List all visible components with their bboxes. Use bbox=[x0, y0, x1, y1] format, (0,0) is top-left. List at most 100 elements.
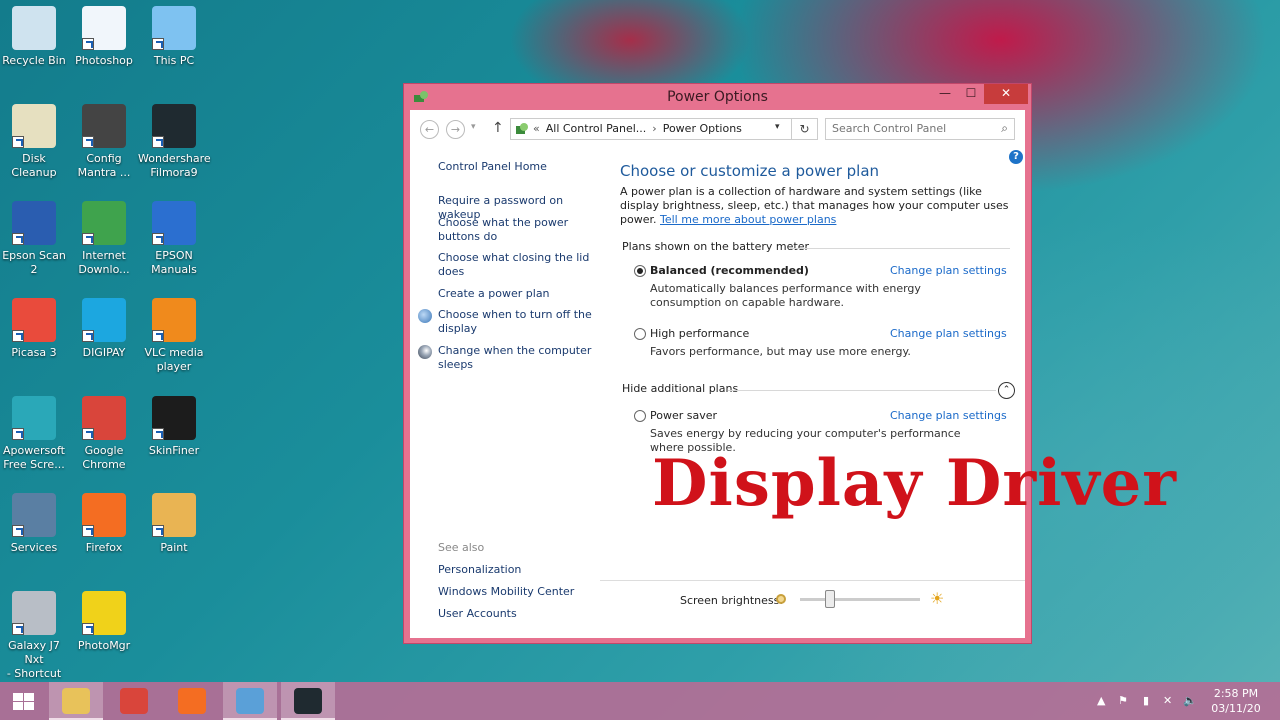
desktop-icon-vlc[interactable]: VLC media player bbox=[138, 298, 210, 374]
epson-manuals-icon bbox=[152, 201, 196, 245]
desktop-icon-skinfiner[interactable]: SkinFiner bbox=[138, 396, 210, 458]
plan-description: Automatically balances performance with … bbox=[650, 282, 921, 309]
power-buttons-link[interactable]: Choose what the power buttons do bbox=[438, 216, 598, 244]
change-plan-settings-link[interactable]: Change plan settings bbox=[890, 264, 1007, 277]
search-box[interactable]: ⌕ bbox=[825, 118, 1015, 140]
taskbar-item-file-explorer[interactable] bbox=[49, 682, 103, 720]
window-client-area: ← → ▾ ↑ « All Control Panel... › Power Opti… bbox=[410, 110, 1176, 638]
show-hidden-icons-chevron[interactable]: ▲ bbox=[1097, 694, 1105, 707]
recent-locations-icon[interactable]: ▾ bbox=[471, 122, 476, 132]
dim-brightness-icon bbox=[776, 594, 786, 604]
change-plan-settings-link[interactable]: Change plan settings bbox=[890, 327, 1007, 340]
network-icon[interactable]: ✕ bbox=[1163, 694, 1172, 707]
mobility-center-link[interactable]: Windows Mobility Center bbox=[438, 585, 574, 598]
power-saver-radio[interactable] bbox=[634, 410, 646, 422]
battery-icon[interactable]: ▮ bbox=[1143, 694, 1149, 707]
brightness-slider-thumb[interactable] bbox=[825, 590, 835, 608]
desktop-icon-chrome[interactable]: Google Chrome bbox=[68, 396, 140, 472]
address-dropdown-icon[interactable]: ▾ bbox=[775, 122, 780, 132]
desktop-icon-epson-manuals[interactable]: EPSON Manuals bbox=[138, 201, 210, 277]
taskbar-item-control-panel[interactable] bbox=[223, 682, 277, 720]
taskbar-item-chrome[interactable] bbox=[107, 682, 161, 720]
shortcut-arrow-icon bbox=[152, 233, 164, 245]
desktop-icon-label: This PC bbox=[153, 54, 195, 67]
taskbar-item-firefox[interactable] bbox=[165, 682, 219, 720]
action-center-flag-icon[interactable]: ⚑ bbox=[1118, 694, 1128, 707]
forward-button[interactable]: → bbox=[446, 120, 465, 139]
brightness-label: Screen brightness: bbox=[680, 594, 784, 607]
taskbar-clock[interactable]: 2:58 PM 03/11/20 bbox=[1206, 686, 1266, 716]
plan-name[interactable]: Power saver bbox=[650, 409, 717, 422]
back-button[interactable]: ← bbox=[420, 120, 439, 139]
see-also-heading: See also bbox=[438, 541, 485, 554]
epson-scan-icon bbox=[12, 201, 56, 245]
desktop-icon-picasa[interactable]: Picasa 3 bbox=[0, 298, 70, 360]
address-box[interactable]: « All Control Panel... › Power Options ▾ ↻ bbox=[510, 118, 818, 140]
desktop-icon-label: VLC media player bbox=[144, 346, 204, 373]
search-input[interactable] bbox=[832, 122, 992, 135]
desktop-icon-services[interactable]: Services bbox=[0, 493, 70, 555]
refresh-button[interactable]: ↻ bbox=[791, 119, 817, 139]
power-options-window: Power Options — ☐ ✕ ← → ▾ ↑ « All Control… bbox=[403, 83, 1176, 644]
desktop-icon-phone[interactable]: Galaxy J7 Nxt - Shortcut bbox=[0, 591, 70, 681]
plan-name[interactable]: High performance bbox=[650, 327, 749, 340]
desktop-icon-photomgr[interactable]: PhotoMgr bbox=[68, 591, 140, 653]
desktop-icon-photoshop[interactable]: Photoshop bbox=[68, 6, 140, 68]
volume-icon[interactable]: 🔈 bbox=[1183, 694, 1197, 707]
photomgr-icon bbox=[82, 591, 126, 635]
balanced-radio[interactable] bbox=[634, 265, 646, 277]
desktop-icon-label: Recycle Bin bbox=[2, 54, 66, 67]
phone-icon bbox=[12, 591, 56, 635]
firefox-icon bbox=[82, 493, 126, 537]
desktop-icon-disk-cleanup[interactable]: Disk Cleanup bbox=[0, 104, 70, 180]
start-button[interactable] bbox=[0, 682, 48, 720]
desktop-icon-filmora[interactable]: Wondershare Filmora9 bbox=[138, 104, 211, 180]
breadcrumb-power-options[interactable]: Power Options bbox=[663, 122, 742, 135]
display-icon bbox=[418, 309, 432, 323]
desktop-icon-this-pc[interactable]: This PC bbox=[138, 6, 210, 68]
create-power-plan-link[interactable]: Create a power plan bbox=[438, 287, 598, 301]
close-button[interactable]: ✕ bbox=[984, 84, 1028, 104]
user-accounts-link[interactable]: User Accounts bbox=[438, 607, 517, 620]
desktop-icon-idm[interactable]: Internet Downlo... bbox=[68, 201, 140, 277]
hide-additional-plans-heading[interactable]: Hide additional plans bbox=[622, 382, 738, 395]
closing-lid-link[interactable]: Choose what closing the lid does bbox=[438, 251, 598, 279]
tell-me-more-link[interactable]: Tell me more about power plans bbox=[660, 213, 836, 226]
desktop-icon-label: SkinFiner bbox=[148, 444, 200, 457]
desktop-icon-paint[interactable]: Paint bbox=[138, 493, 210, 555]
desktop-icon-label: EPSON Manuals bbox=[151, 249, 197, 276]
computer-sleeps-link[interactable]: Change when the computer sleeps bbox=[438, 344, 598, 372]
desktop-icon-firefox[interactable]: Firefox bbox=[68, 493, 140, 555]
collapse-chevron-icon[interactable]: ⌃ bbox=[998, 382, 1015, 399]
personalization-link[interactable]: Personalization bbox=[438, 563, 521, 576]
breadcrumb-separator[interactable]: › bbox=[652, 122, 656, 135]
desktop-icon-label: Galaxy J7 Nxt - Shortcut bbox=[6, 639, 62, 680]
brightness-slider-track[interactable] bbox=[800, 598, 920, 601]
shortcut-arrow-icon bbox=[82, 233, 94, 245]
turn-off-display-link[interactable]: Choose when to turn off the display bbox=[438, 308, 598, 336]
search-icon[interactable]: ⌕ bbox=[1001, 121, 1008, 136]
picasa-icon bbox=[12, 298, 56, 342]
high-performance-radio[interactable] bbox=[634, 328, 646, 340]
breadcrumb-all-control-panel[interactable]: All Control Panel... bbox=[546, 122, 647, 135]
change-plan-settings-link[interactable]: Change plan settings bbox=[890, 409, 1007, 422]
title-bar[interactable]: Power Options — ☐ ✕ bbox=[404, 84, 1031, 110]
desktop-icon-apowersoft[interactable]: Apowersoft Free Scre... bbox=[0, 396, 70, 472]
up-button[interactable]: ↑ bbox=[492, 120, 504, 136]
minimize-button[interactable]: — bbox=[932, 84, 958, 104]
shortcut-arrow-icon bbox=[152, 330, 164, 342]
windows-logo-icon bbox=[13, 693, 35, 711]
desktop-icon-epson-scan[interactable]: Epson Scan 2 bbox=[0, 201, 70, 277]
desktop-icon-recycle-bin[interactable]: Recycle Bin bbox=[0, 6, 70, 68]
shortcut-arrow-icon bbox=[82, 38, 94, 50]
desktop-icon-config-mantra[interactable]: Config Mantra ... bbox=[68, 104, 140, 180]
bright-sun-icon: ☀ bbox=[930, 589, 945, 608]
shortcut-arrow-icon bbox=[152, 38, 164, 50]
plan-name[interactable]: Balanced (recommended) bbox=[650, 264, 809, 277]
taskbar-item-filmora[interactable] bbox=[281, 682, 335, 720]
desktop-icon-digipay[interactable]: DIGIPAY bbox=[68, 298, 140, 360]
display-driver-overlay-text: Display Driver bbox=[652, 446, 1177, 521]
control-panel-home-link[interactable]: Control Panel Home bbox=[438, 160, 598, 174]
maximize-button[interactable]: ☐ bbox=[958, 84, 984, 104]
breadcrumb-overflow[interactable]: « bbox=[533, 122, 540, 135]
